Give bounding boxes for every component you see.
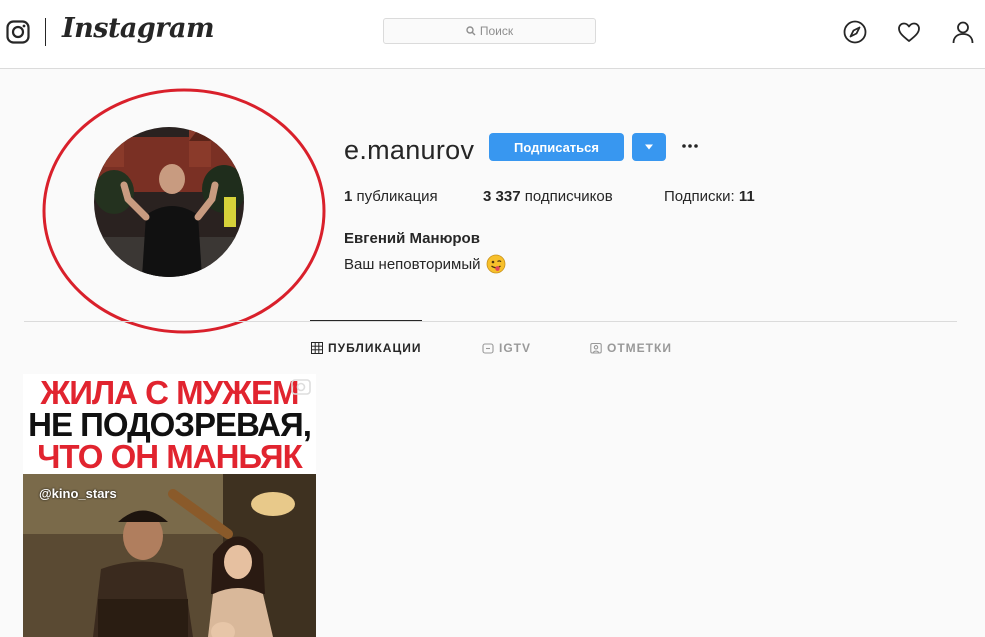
tab-igtv[interactable]: IGTV bbox=[482, 341, 531, 355]
instagram-glyph-icon[interactable] bbox=[6, 20, 30, 44]
post-title-line-3: ЧТО ОН МАНЬЯК bbox=[37, 438, 303, 475]
followers-label: подписчиков bbox=[524, 188, 613, 205]
search-input[interactable]: Поиск bbox=[383, 18, 596, 44]
profile-username: e.manurov bbox=[344, 135, 475, 165]
active-tab-indicator bbox=[310, 320, 422, 321]
post-title-line-1: ЖИЛА С МУЖЕМ bbox=[40, 374, 299, 411]
post-thumbnail[interactable]: ЖИЛА С МУЖЕМ НЕ ПОДОЗРЕВАЯ, ЧТО ОН МАНЬЯ… bbox=[23, 374, 316, 637]
caret-down-icon bbox=[645, 144, 653, 150]
heart-icon[interactable] bbox=[897, 20, 921, 44]
tabs-divider bbox=[24, 321, 957, 322]
tab-tagged-label: ОТМЕТКИ bbox=[607, 341, 672, 355]
search-placeholder: Поиск bbox=[479, 24, 514, 38]
tab-posts-label: ПУБЛИКАЦИИ bbox=[328, 341, 422, 355]
compass-icon[interactable] bbox=[843, 20, 867, 44]
avatar[interactable] bbox=[94, 127, 244, 277]
winking-tongue-emoji-icon bbox=[486, 254, 505, 274]
tab-igtv-label: IGTV bbox=[499, 341, 532, 355]
tag-icon bbox=[590, 342, 602, 354]
bio-text: Ваш неповторимый bbox=[344, 255, 481, 273]
grid-icon bbox=[311, 342, 323, 354]
post-title-line-2: НЕ ПОДОЗРЕВАЯ, bbox=[28, 406, 312, 443]
profile-full-name: Евгений Манюров bbox=[344, 230, 480, 247]
igtv-icon bbox=[482, 343, 494, 354]
followers-count: 3 337 bbox=[483, 188, 521, 205]
top-nav: Instagram Поиск bbox=[0, 0, 985, 69]
followers-stat[interactable]: 3 337 подписчиков bbox=[483, 188, 613, 205]
tab-tagged[interactable]: ОТМЕТКИ bbox=[590, 341, 672, 355]
avatar-photo bbox=[94, 127, 244, 277]
following-label: Подписки: bbox=[664, 188, 735, 205]
following-count: 11 bbox=[738, 188, 755, 205]
following-stat[interactable]: Подписки: 11 bbox=[664, 188, 755, 205]
logo-divider bbox=[45, 18, 46, 46]
instagram-wordmark[interactable]: Instagram bbox=[62, 13, 215, 44]
video-icon bbox=[291, 379, 311, 395]
posts-count: 1 bbox=[344, 188, 353, 205]
search-icon bbox=[466, 26, 476, 36]
posts-stat: 1 публикация bbox=[344, 188, 438, 205]
suggestions-dropdown-button[interactable] bbox=[632, 133, 666, 161]
posts-label: публикация bbox=[356, 188, 438, 205]
follow-button[interactable]: Подписаться bbox=[489, 133, 624, 161]
post-watermark: @kino_stars bbox=[39, 486, 117, 501]
profile-bio: Ваш неповторимый bbox=[344, 254, 506, 274]
user-icon[interactable] bbox=[951, 20, 975, 44]
tab-posts[interactable]: ПУБЛИКАЦИИ bbox=[311, 341, 421, 355]
more-options-icon[interactable] bbox=[680, 136, 700, 156]
